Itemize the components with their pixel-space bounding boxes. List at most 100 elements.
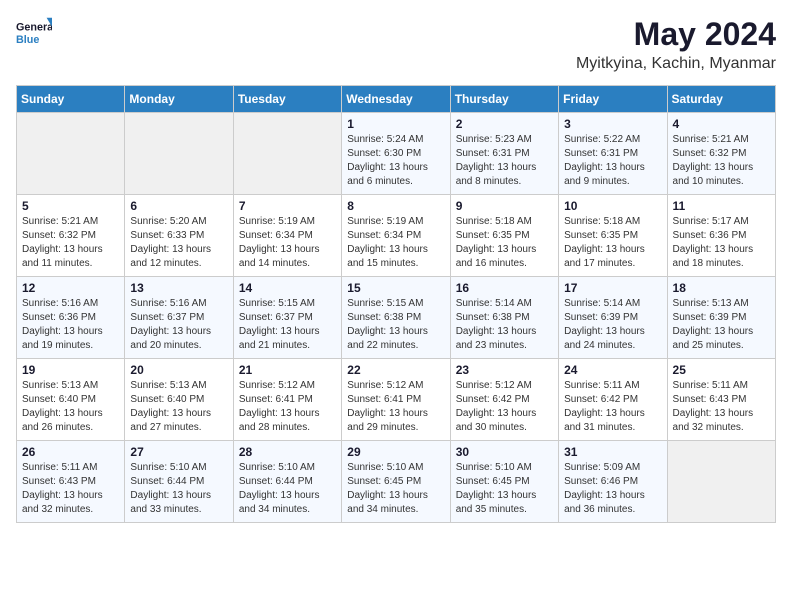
day-cell <box>233 113 341 195</box>
day-info: Sunrise: 5:12 AM Sunset: 6:41 PM Dayligh… <box>239 379 336 435</box>
day-number: 9 <box>456 199 553 213</box>
day-cell: 14 Sunrise: 5:15 AM Sunset: 6:37 PM Dayli… <box>233 277 341 359</box>
day-info: Sunrise: 5:18 AM Sunset: 6:35 PM Dayligh… <box>456 215 553 271</box>
day-number: 24 <box>564 363 661 377</box>
day-cell <box>17 113 125 195</box>
header-cell-monday: Monday <box>125 86 233 113</box>
day-info: Sunrise: 5:19 AM Sunset: 6:34 PM Dayligh… <box>347 215 444 271</box>
day-number: 14 <box>239 281 336 295</box>
svg-text:General: General <box>16 21 52 33</box>
header-row: SundayMondayTuesdayWednesdayThursdayFrid… <box>17 86 776 113</box>
day-info: Sunrise: 5:09 AM Sunset: 6:46 PM Dayligh… <box>564 461 661 517</box>
day-info: Sunrise: 5:10 AM Sunset: 6:45 PM Dayligh… <box>456 461 553 517</box>
week-row-5: 26 Sunrise: 5:11 AM Sunset: 6:43 PM Dayli… <box>17 441 776 523</box>
day-info: Sunrise: 5:13 AM Sunset: 6:40 PM Dayligh… <box>130 379 227 435</box>
day-cell: 21 Sunrise: 5:12 AM Sunset: 6:41 PM Dayli… <box>233 359 341 441</box>
day-number: 27 <box>130 445 227 459</box>
day-info: Sunrise: 5:13 AM Sunset: 6:39 PM Dayligh… <box>673 297 770 353</box>
day-info: Sunrise: 5:15 AM Sunset: 6:38 PM Dayligh… <box>347 297 444 353</box>
day-cell: 28 Sunrise: 5:10 AM Sunset: 6:44 PM Dayli… <box>233 441 341 523</box>
day-info: Sunrise: 5:23 AM Sunset: 6:31 PM Dayligh… <box>456 133 553 189</box>
day-number: 22 <box>347 363 444 377</box>
day-cell: 10Sunrise: 5:18 AM Sunset: 6:35 PM Dayli… <box>559 195 667 277</box>
day-cell: 7 Sunrise: 5:19 AM Sunset: 6:34 PM Daylig… <box>233 195 341 277</box>
day-info: Sunrise: 5:19 AM Sunset: 6:34 PM Dayligh… <box>239 215 336 271</box>
header-cell-tuesday: Tuesday <box>233 86 341 113</box>
day-cell: 25 Sunrise: 5:11 AM Sunset: 6:43 PM Dayli… <box>667 359 775 441</box>
day-info: Sunrise: 5:13 AM Sunset: 6:40 PM Dayligh… <box>22 379 119 435</box>
day-info: Sunrise: 5:12 AM Sunset: 6:42 PM Dayligh… <box>456 379 553 435</box>
day-number: 8 <box>347 199 444 213</box>
day-number: 13 <box>130 281 227 295</box>
day-info: Sunrise: 5:14 AM Sunset: 6:38 PM Dayligh… <box>456 297 553 353</box>
header-cell-friday: Friday <box>559 86 667 113</box>
day-info: Sunrise: 5:10 AM Sunset: 6:45 PM Dayligh… <box>347 461 444 517</box>
day-number: 1 <box>347 117 444 131</box>
day-info: Sunrise: 5:11 AM Sunset: 6:43 PM Dayligh… <box>22 461 119 517</box>
day-cell: 3Sunrise: 5:22 AM Sunset: 6:31 PM Daylig… <box>559 113 667 195</box>
day-info: Sunrise: 5:10 AM Sunset: 6:44 PM Dayligh… <box>130 461 227 517</box>
day-number: 21 <box>239 363 336 377</box>
day-cell: 2 Sunrise: 5:23 AM Sunset: 6:31 PM Daylig… <box>450 113 558 195</box>
day-cell: 26 Sunrise: 5:11 AM Sunset: 6:43 PM Dayli… <box>17 441 125 523</box>
page-header: General Blue May 2024 Myitkyina, Kachin,… <box>16 16 776 73</box>
day-number: 7 <box>239 199 336 213</box>
day-number: 12 <box>22 281 119 295</box>
day-info: Sunrise: 5:22 AM Sunset: 6:31 PM Dayligh… <box>564 133 661 189</box>
day-cell: 12 Sunrise: 5:16 AM Sunset: 6:36 PM Dayli… <box>17 277 125 359</box>
day-cell: 9 Sunrise: 5:18 AM Sunset: 6:35 PM Daylig… <box>450 195 558 277</box>
day-number: 15 <box>347 281 444 295</box>
header-cell-thursday: Thursday <box>450 86 558 113</box>
calendar-table: SundayMondayTuesdayWednesdayThursdayFrid… <box>16 85 776 523</box>
day-info: Sunrise: 5:24 AM Sunset: 6:30 PM Dayligh… <box>347 133 444 189</box>
day-number: 26 <box>22 445 119 459</box>
day-cell: 6 Sunrise: 5:20 AM Sunset: 6:33 PM Daylig… <box>125 195 233 277</box>
day-info: Sunrise: 5:17 AM Sunset: 6:36 PM Dayligh… <box>673 215 770 271</box>
day-number: 2 <box>456 117 553 131</box>
day-info: Sunrise: 5:16 AM Sunset: 6:36 PM Dayligh… <box>22 297 119 353</box>
day-cell: 18 Sunrise: 5:13 AM Sunset: 6:39 PM Dayli… <box>667 277 775 359</box>
day-info: Sunrise: 5:10 AM Sunset: 6:44 PM Dayligh… <box>239 461 336 517</box>
day-info: Sunrise: 5:16 AM Sunset: 6:37 PM Dayligh… <box>130 297 227 353</box>
day-number: 19 <box>22 363 119 377</box>
day-number: 18 <box>673 281 770 295</box>
day-number: 20 <box>130 363 227 377</box>
day-number: 6 <box>130 199 227 213</box>
day-number: 29 <box>347 445 444 459</box>
day-number: 5 <box>22 199 119 213</box>
day-number: 28 <box>239 445 336 459</box>
week-row-3: 12 Sunrise: 5:16 AM Sunset: 6:36 PM Dayli… <box>17 277 776 359</box>
day-number: 31 <box>564 445 661 459</box>
day-cell <box>667 441 775 523</box>
day-cell: 17 Sunrise: 5:14 AM Sunset: 6:39 PM Dayli… <box>559 277 667 359</box>
header-cell-saturday: Saturday <box>667 86 775 113</box>
day-info: Sunrise: 5:11 AM Sunset: 6:43 PM Dayligh… <box>673 379 770 435</box>
day-info: Sunrise: 5:14 AM Sunset: 6:39 PM Dayligh… <box>564 297 661 353</box>
day-cell: 11 Sunrise: 5:17 AM Sunset: 6:36 PM Dayli… <box>667 195 775 277</box>
day-info: Sunrise: 5:21 AM Sunset: 6:32 PM Dayligh… <box>673 133 770 189</box>
day-number: 17 <box>564 281 661 295</box>
day-cell: 22Sunrise: 5:12 AM Sunset: 6:41 PM Dayli… <box>342 359 450 441</box>
header-cell-sunday: Sunday <box>17 86 125 113</box>
main-title: May 2024 <box>576 16 776 53</box>
day-info: Sunrise: 5:21 AM Sunset: 6:32 PM Dayligh… <box>22 215 119 271</box>
day-number: 25 <box>673 363 770 377</box>
day-cell: 8 Sunrise: 5:19 AM Sunset: 6:34 PM Daylig… <box>342 195 450 277</box>
day-info: Sunrise: 5:18 AM Sunset: 6:35 PM Dayligh… <box>564 215 661 271</box>
day-number: 30 <box>456 445 553 459</box>
day-cell: 29 Sunrise: 5:10 AM Sunset: 6:45 PM Dayli… <box>342 441 450 523</box>
day-cell: 30 Sunrise: 5:10 AM Sunset: 6:45 PM Dayli… <box>450 441 558 523</box>
day-number: 23 <box>456 363 553 377</box>
day-cell: 1 Sunrise: 5:24 AM Sunset: 6:30 PM Daylig… <box>342 113 450 195</box>
day-info: Sunrise: 5:20 AM Sunset: 6:33 PM Dayligh… <box>130 215 227 271</box>
day-number: 11 <box>673 199 770 213</box>
day-cell: 20 Sunrise: 5:13 AM Sunset: 6:40 PM Dayli… <box>125 359 233 441</box>
day-cell <box>125 113 233 195</box>
day-cell: 16 Sunrise: 5:14 AM Sunset: 6:38 PM Dayli… <box>450 277 558 359</box>
day-cell: 23 Sunrise: 5:12 AM Sunset: 6:42 PM Dayli… <box>450 359 558 441</box>
day-info: Sunrise: 5:15 AM Sunset: 6:37 PM Dayligh… <box>239 297 336 353</box>
day-cell: 4Sunrise: 5:21 AM Sunset: 6:32 PM Daylig… <box>667 113 775 195</box>
day-cell: 15 Sunrise: 5:15 AM Sunset: 6:38 PM Dayli… <box>342 277 450 359</box>
day-cell: 27 Sunrise: 5:10 AM Sunset: 6:44 PM Dayli… <box>125 441 233 523</box>
day-number: 16 <box>456 281 553 295</box>
